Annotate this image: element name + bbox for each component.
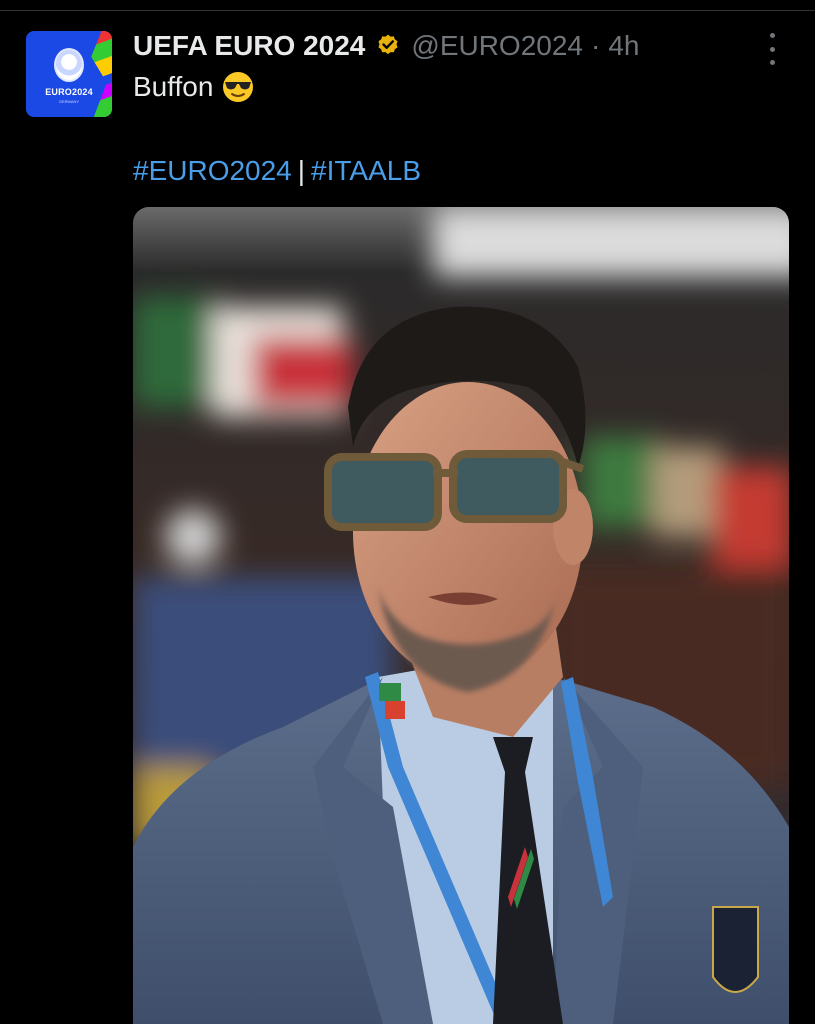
verified-badge-icon[interactable] <box>375 33 401 59</box>
avatar[interactable]: EURO2024 GERMANY <box>26 31 112 117</box>
tweet-text: Buffon <box>133 70 255 104</box>
separator-dot: · <box>591 30 601 61</box>
hashtag-separator: | <box>297 155 306 186</box>
avatar-logo-text: EURO2024 <box>45 87 93 97</box>
author-handle[interactable]: @EURO2024 <box>411 30 583 62</box>
author-name[interactable]: UEFA EURO 2024 <box>133 30 365 62</box>
hashtag-euro2024[interactable]: #EURO2024 <box>133 155 292 186</box>
more-options-icon[interactable] <box>762 33 782 65</box>
hashtags: #EURO2024 | #ITAALB <box>133 155 421 187</box>
sunglasses-emoji-icon <box>221 70 255 104</box>
tweet-text-content: Buffon <box>133 71 214 102</box>
timestamp[interactable]: 4h <box>608 30 639 62</box>
avatar-logo-subtext: GERMANY <box>58 99 80 104</box>
tweet-photo[interactable] <box>133 207 789 1024</box>
hashtag-itaalb[interactable]: #ITAALB <box>311 155 421 186</box>
euro-trophy-icon <box>54 48 84 82</box>
top-divider <box>0 10 815 11</box>
tweet-header: UEFA EURO 2024 @EURO2024 · 4h <box>133 26 639 66</box>
photo-illustration <box>133 207 789 1024</box>
